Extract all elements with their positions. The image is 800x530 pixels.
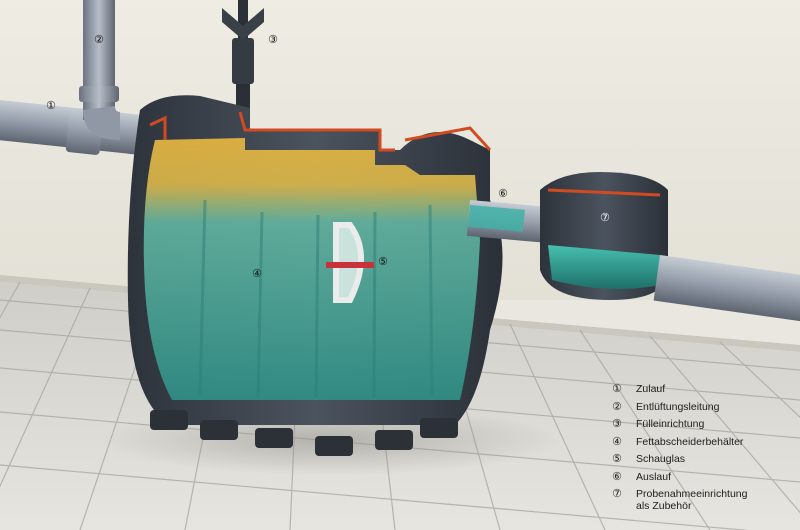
legend-label: Auslauf <box>636 470 672 483</box>
legend-number: ④ <box>612 434 622 448</box>
legend-label: Fülleinrichtung <box>636 418 705 430</box>
callout-6-marker: ⑥ <box>498 187 508 200</box>
legend-item: ⑦ Probenahmeeinrichtung als Zubehör <box>612 487 797 513</box>
legend-number: ⑥ <box>612 469 622 483</box>
legend-label: Fettabscheiderbehälter <box>636 435 744 448</box>
callout-3-marker: ③ <box>268 33 278 46</box>
legend-item: ① Zulauf <box>612 382 797 396</box>
callout-7-marker: ⑦ <box>600 211 610 224</box>
callout-2-marker: ② <box>94 33 104 46</box>
legend-item: ③ Fülleinrichtung <box>612 417 797 431</box>
legend-label: Zulauf <box>636 383 666 395</box>
callout-1-marker: ① <box>46 99 56 112</box>
legend-number: ③ <box>612 417 622 430</box>
legend-item: ④ Fettabscheiderbehälter <box>612 434 797 448</box>
outlet-pipe <box>466 200 550 243</box>
legend-number: ⑦ <box>612 487 622 500</box>
callout-4-marker: ④ <box>252 267 262 280</box>
legend-label: Entlüftungsleitung <box>636 400 720 413</box>
legend-item: ⑤ Schauglas <box>612 452 797 466</box>
legend-number: ② <box>612 399 622 413</box>
legend-label: Schauglas <box>636 453 686 465</box>
callout-5-marker: ⑤ <box>378 255 388 268</box>
legend: ① Zulauf ② Entlüftungsleitung ③ Fülleinr… <box>612 383 797 518</box>
legend-number: ① <box>612 382 622 395</box>
legend-item: ② Entlüftungsleitung <box>612 399 797 413</box>
tank <box>127 95 503 456</box>
legend-item: ⑥ Auslauf <box>612 469 797 483</box>
legend-number: ⑤ <box>612 452 622 465</box>
vent-pipe <box>79 0 120 140</box>
legend-label: Probenahmeeinrichtung als Zubehör <box>636 488 748 512</box>
